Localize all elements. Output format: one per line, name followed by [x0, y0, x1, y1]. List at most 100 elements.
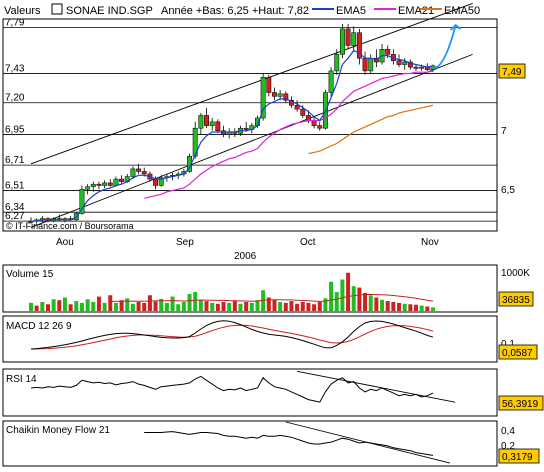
valeurs-label: Valeurs [4, 5, 41, 17]
volume-bar [431, 307, 435, 311]
candle-body [153, 178, 159, 186]
candle-body [119, 178, 125, 182]
price-right-tick-7: 7 [501, 126, 507, 137]
candle-body [136, 168, 142, 172]
volume-bar [142, 302, 147, 311]
volume-bar [402, 303, 407, 311]
volume-bar [255, 300, 260, 311]
price-last-value-box: 7,49 [498, 63, 526, 79]
volume-bar [34, 305, 39, 311]
price-left-tick-label: 6,95 [5, 125, 25, 136]
volume-bar [125, 298, 130, 311]
volume-bar [289, 301, 294, 311]
x-year-label: 2006 [234, 251, 257, 262]
volume-bar [391, 302, 396, 311]
volume-bar [238, 303, 243, 311]
candle-body [300, 108, 306, 116]
candle-body [141, 171, 147, 175]
volume-bar [51, 299, 56, 311]
volume-bar [380, 299, 385, 311]
volume-bar [346, 272, 351, 311]
price-left-tick-label: 7,20 [5, 93, 25, 104]
candle-body [317, 125, 323, 129]
volume-bar [278, 302, 283, 311]
volume-bar [119, 300, 124, 311]
candle-body [396, 60, 402, 65]
volume-bar [232, 301, 237, 311]
candle-body [351, 32, 357, 46]
volume-bar [198, 299, 203, 311]
volume-bar [295, 303, 300, 311]
candle-body [102, 182, 108, 186]
volume-bar [340, 279, 345, 311]
candle-body [90, 183, 96, 187]
volume-bar [385, 301, 390, 311]
candle-body [328, 70, 334, 93]
volume-bar [357, 287, 362, 311]
candle-body [209, 121, 215, 126]
volume-bar [113, 302, 118, 311]
candle-body [311, 120, 317, 126]
volume-bar [40, 302, 45, 311]
volume-bar [85, 299, 90, 311]
rsi-last-value-box: 56,3919 [498, 395, 544, 411]
volume-bar [425, 306, 430, 311]
candle-body [107, 182, 113, 186]
volume-bar [306, 302, 311, 311]
candle-body [413, 66, 419, 69]
volume-bar [187, 293, 192, 311]
volume-bar [176, 304, 181, 311]
volume-bar [181, 302, 186, 311]
volume-bar [102, 302, 107, 311]
candle-body [368, 57, 374, 72]
volume-bar [323, 298, 328, 311]
volume-bar [79, 302, 84, 311]
symbol-marker [51, 3, 63, 15]
volume-bar [96, 296, 101, 311]
price-left-tick-label: 6,71 [5, 155, 25, 166]
ema50-legend-label: EMA50 [444, 5, 480, 17]
ema5-legend-label: EMA5 [336, 5, 366, 17]
price-left-tick-label: 7,79 [5, 18, 25, 29]
volume-bar [221, 302, 226, 311]
price-right-tick-6-5: 6,5 [501, 185, 515, 196]
cmf-last-value: 0,3179 [502, 452, 533, 463]
volume-bar [334, 292, 339, 311]
volume-bar [62, 297, 67, 311]
rsi-title: RSI 14 [6, 374, 37, 385]
volume-bar [419, 305, 424, 311]
volume-bar [108, 295, 113, 311]
volume-bar [164, 302, 169, 311]
candle-body [85, 186, 91, 190]
volume-last-value-box: 36835 [498, 291, 534, 307]
candle-body [243, 127, 249, 130]
volume-bar [170, 296, 175, 311]
candle-body [198, 115, 204, 129]
volume-bar [283, 302, 288, 311]
volume-bar [136, 302, 141, 311]
cmf-right-tick-0-4: 0,4 [501, 426, 515, 437]
candle-body [402, 61, 408, 65]
volume-bar [363, 293, 368, 311]
candle-body [362, 57, 368, 72]
volume-bar [45, 304, 50, 311]
volume-bar [193, 292, 198, 311]
volume-bar [204, 301, 209, 311]
candle-body [419, 66, 425, 69]
price-left-tick-label: 7,43 [5, 63, 25, 74]
candle-body [334, 54, 340, 72]
volume-bar [57, 300, 62, 311]
volume-bar [408, 304, 413, 311]
volume-bar [29, 302, 33, 311]
volume-bar [68, 304, 73, 311]
x-month-label-oct: Oct [300, 237, 316, 248]
volume-bar [249, 302, 254, 311]
candle-body [221, 130, 226, 135]
volume-bar [130, 303, 135, 311]
volume-bar [74, 301, 79, 311]
candle-body [96, 183, 102, 186]
x-month-label-aou: Aou [56, 237, 74, 248]
volume-title: Volume 15 [6, 269, 54, 280]
volume-bar [244, 302, 249, 311]
volume-bar [414, 304, 419, 311]
